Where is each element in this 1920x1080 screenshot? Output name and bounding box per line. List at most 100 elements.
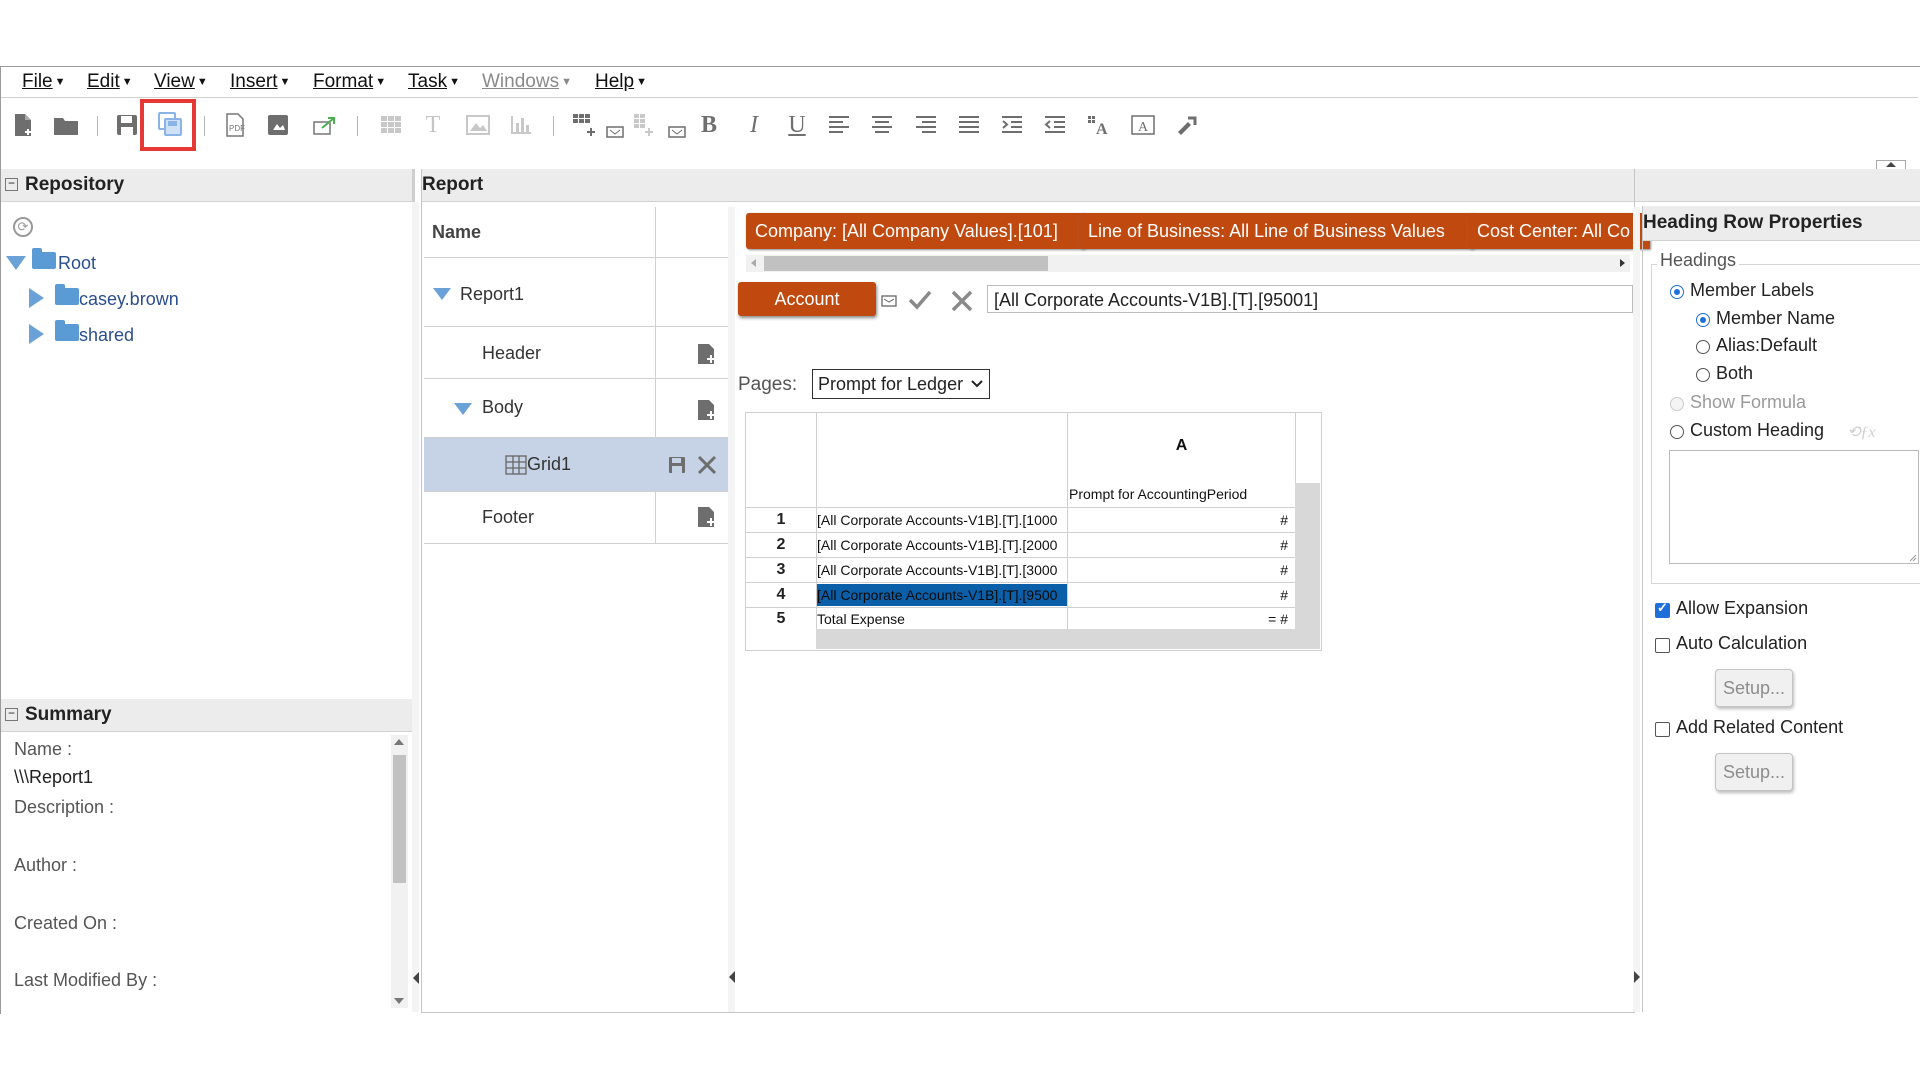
collapse-icon[interactable]: − [5, 707, 18, 721]
new-document-icon[interactable] [9, 112, 37, 138]
left-splitter[interactable] [412, 202, 419, 1012]
pov-company-button[interactable]: Company: [All Company Values].[101] [746, 213, 1086, 249]
text-box-icon[interactable]: A [1129, 112, 1157, 138]
menu-help[interactable]: Help ▼ [595, 71, 647, 93]
show-formula-radio[interactable] [1670, 397, 1684, 411]
italic-icon[interactable]: I [740, 112, 768, 138]
expand-root-icon[interactable] [6, 256, 26, 270]
repository-title: Repository [25, 174, 125, 195]
pages-select[interactable]: Prompt for Ledger [812, 369, 990, 399]
add-page-icon[interactable] [696, 506, 718, 528]
auto-calculation-checkbox[interactable] [1655, 638, 1670, 653]
summary-scrollbar[interactable] [391, 735, 408, 1008]
expand-shared-icon[interactable] [29, 324, 44, 344]
menu-windows[interactable]: Windows ▼ [482, 71, 572, 93]
grid-row[interactable]: 3 [All Corporate Accounts-V1B].[T].[3000… [746, 558, 1295, 583]
insert-column-icon[interactable] [601, 118, 629, 144]
grid-row[interactable]: 5 Total Expense = # [746, 608, 1295, 629]
grid-icon [505, 455, 527, 475]
collapse-icon[interactable]: − [5, 177, 18, 191]
tree-item-footer[interactable]: Footer [424, 492, 728, 544]
add-page-icon[interactable] [696, 399, 718, 421]
insert-image-icon[interactable] [464, 112, 492, 138]
export-pdf-icon[interactable]: PDF [221, 112, 249, 138]
allow-expansion-label: Allow Expansion [1676, 598, 1809, 618]
grid-column-prompt[interactable]: Prompt for AccountingPeriod [1069, 486, 1295, 502]
refresh-icon[interactable]: ⟳ [13, 217, 33, 237]
menu-format[interactable]: Format ▼ [313, 71, 386, 93]
allow-expansion-checkbox[interactable] [1655, 600, 1670, 618]
tree-item-root[interactable]: Root [58, 253, 96, 274]
member-name-radio[interactable] [1696, 313, 1710, 327]
custom-heading-radio[interactable] [1670, 425, 1684, 439]
function-icon[interactable]: ⟲ƒx [1847, 422, 1876, 442]
tree-item-header[interactable]: Header [424, 327, 728, 379]
pov-cost-center-button[interactable]: Cost Center: All Co [1468, 213, 1650, 249]
menu-task[interactable]: Task ▼ [408, 71, 460, 93]
menu-insert[interactable]: Insert ▼ [230, 71, 290, 93]
bold-icon[interactable]: B [695, 112, 723, 138]
alias-default-radio[interactable] [1696, 340, 1710, 354]
checkmark-icon[interactable] [907, 289, 933, 311]
save-icon[interactable] [113, 112, 141, 138]
custom-heading-textarea[interactable] [1669, 450, 1919, 564]
align-left-icon[interactable] [825, 112, 853, 138]
font-icon[interactable]: A [1085, 112, 1113, 138]
pov-line-of-business-button[interactable]: Line of Business: All Line of Business V… [1079, 213, 1475, 249]
tree-item-body[interactable]: Body [424, 379, 728, 438]
custom-heading-label: Custom Heading [1690, 420, 1825, 440]
insert-chart-icon[interactable] [507, 112, 535, 138]
align-center-icon[interactable] [868, 112, 896, 138]
svg-text:A: A [1096, 121, 1108, 136]
both-radio[interactable] [1696, 368, 1710, 382]
preview-icon[interactable] [264, 112, 292, 138]
envelope-icon[interactable] [663, 118, 691, 144]
format-painter-icon[interactable] [1173, 112, 1201, 138]
member-labels-radio[interactable] [1670, 285, 1684, 299]
grid-row[interactable]: 1 [All Corporate Accounts-V1B].[T].[1000… [746, 508, 1295, 533]
grid-properties-icon[interactable] [631, 112, 659, 138]
tree-item-grid1[interactable]: Grid1 [424, 438, 728, 492]
tree-item-casey-brown[interactable]: casey.brown [79, 289, 179, 310]
justify-icon[interactable] [955, 112, 983, 138]
delete-icon[interactable] [696, 454, 718, 476]
grid-column-header-a[interactable]: A [1068, 437, 1295, 455]
right-splitter[interactable] [1633, 207, 1640, 1012]
save-icon[interactable] [668, 456, 686, 474]
add-related-content-checkbox[interactable] [1655, 722, 1670, 737]
menu-view[interactable]: View ▼ [154, 71, 208, 93]
menu-file[interactable]: File ▼ [22, 71, 66, 93]
summary-title: Summary [25, 704, 112, 725]
grid-row-selected[interactable]: 4 [All Corporate Accounts-V1B].[T].[9500… [746, 583, 1295, 608]
expand-casey-icon[interactable] [29, 288, 44, 308]
summary-header: − Summary [1, 699, 412, 732]
account-button[interactable]: Account [738, 282, 876, 316]
show-formula-label: Show Formula [1690, 392, 1807, 412]
outdent-icon[interactable] [1041, 112, 1069, 138]
cancel-icon[interactable] [950, 289, 974, 313]
middle-splitter[interactable] [728, 207, 735, 1012]
grid-row[interactable]: 2 [All Corporate Accounts-V1B].[T].[2000… [746, 533, 1295, 558]
add-page-icon[interactable] [696, 343, 718, 365]
related-content-setup-button[interactable]: Setup... [1715, 753, 1793, 791]
indent-icon[interactable] [998, 112, 1026, 138]
envelope-icon[interactable] [881, 295, 897, 307]
insert-text-icon[interactable]: T [419, 112, 447, 138]
folder-icon [55, 284, 79, 305]
tree-item-report1[interactable]: Report1 [424, 258, 728, 327]
auto-calculation-setup-button[interactable]: Setup... [1715, 669, 1793, 707]
formula-input[interactable]: [All Corporate Accounts-V1B].[T].[95001] [987, 285, 1633, 313]
summary-created-label: Created On : [14, 913, 118, 933]
pov-scrollbar[interactable] [746, 255, 1630, 272]
export-icon[interactable] [311, 112, 339, 138]
menu-edit[interactable]: Edit ▼ [87, 71, 133, 93]
insert-row-icon[interactable] [571, 112, 599, 138]
underline-icon[interactable]: U [783, 112, 811, 138]
pages-label: Pages: [738, 374, 798, 395]
open-folder-icon[interactable] [52, 112, 80, 138]
member-name-label: Member Name [1716, 308, 1836, 328]
tree-item-shared[interactable]: shared [79, 325, 134, 346]
align-right-icon[interactable] [912, 112, 940, 138]
insert-grid-icon[interactable] [377, 112, 405, 138]
summary-description-label: Description : [14, 797, 115, 817]
